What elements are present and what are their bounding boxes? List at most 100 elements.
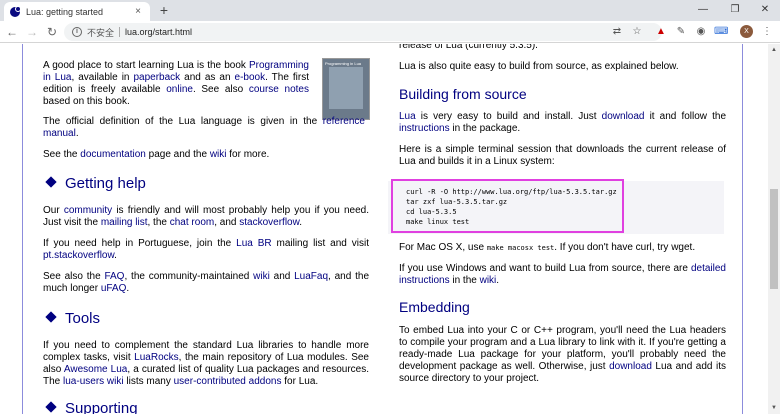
tab-title: Lua: getting started: [26, 6, 104, 17]
lua-br-link[interactable]: Lua BR: [236, 238, 271, 249]
minimize-button[interactable]: —: [688, 0, 718, 21]
course-notes-link[interactable]: course notes: [249, 84, 309, 95]
text: is very easy to build and install. Just: [415, 111, 602, 122]
translate-extension-icon[interactable]: ⌨: [714, 25, 728, 39]
download-link[interactable]: download: [602, 111, 645, 122]
help-paragraphs: Our community is friendly and will most …: [43, 205, 369, 304]
back-button[interactable]: ←: [4, 24, 20, 40]
user-addons-link[interactable]: user-contributed addons: [174, 376, 282, 387]
text: in the package.: [449, 123, 521, 134]
scroll-up-arrow-icon[interactable]: ▲: [768, 44, 780, 56]
text: , the community-maintained: [124, 271, 254, 282]
mailing-list-link[interactable]: mailing list: [101, 217, 148, 228]
text: mailing list and visit: [271, 238, 369, 249]
lua-link[interactable]: Lua: [399, 111, 416, 122]
intro-paragraph-1: A good place to start learning Lua is th…: [43, 60, 309, 117]
reload-button[interactable]: ↻: [44, 24, 60, 40]
tools-section: Tools: [43, 310, 369, 328]
build-notes: For Mac OS X, use make macosx test. If y…: [399, 242, 726, 296]
tools-paragraph: If you need to complement the standard L…: [43, 340, 369, 388]
text: .: [496, 275, 500, 286]
getting-help-section: Getting help: [43, 175, 369, 193]
browser-tab[interactable]: Lua: getting started ×: [4, 2, 150, 21]
supporting-heading: Supporting: [43, 400, 369, 414]
text: If you use Windows and want to build Lua…: [399, 263, 691, 274]
text: based on this book.: [43, 96, 130, 107]
awesome-lua-link[interactable]: Awesome Lua: [64, 364, 127, 375]
text: If you need help in Portuguese, join the: [43, 238, 237, 249]
profile-avatar[interactable]: X: [740, 25, 753, 38]
text: lists many: [123, 376, 174, 387]
luarocks-link[interactable]: LuaRocks: [134, 352, 178, 363]
info-icon[interactable]: i: [72, 27, 82, 37]
ufaq-link[interactable]: uFAQ: [101, 283, 127, 294]
text: .: [126, 283, 130, 294]
pt-stackoverflow-link[interactable]: pt.stackoverflow: [43, 250, 114, 261]
text: For Mac OS X, use: [399, 242, 487, 253]
text: and: [269, 271, 295, 282]
tab-strip: Lua: getting started × + — ❐ ✕: [0, 0, 780, 21]
faq-link[interactable]: FAQ: [104, 271, 124, 282]
page-scrollbar[interactable]: ▲ ▼: [768, 44, 780, 414]
text: and as an: [180, 72, 235, 83]
community-link[interactable]: community: [64, 205, 112, 216]
extension-icon[interactable]: ✎: [674, 25, 688, 39]
online-link[interactable]: online: [166, 84, 193, 95]
security-label: 不安全: [87, 27, 115, 38]
right-column-top: release of Lua (currently 5.3.5). Lua is…: [399, 44, 726, 82]
translate-icon[interactable]: ⇄: [610, 25, 624, 39]
macosx-paragraph: For Mac OS X, use make macosx test. If y…: [399, 242, 726, 254]
luafaq-link[interactable]: LuaFaq: [294, 271, 328, 282]
text: The official definition of the Lua langu…: [43, 116, 323, 127]
forward-button[interactable]: →: [24, 24, 40, 40]
heading-text: Supporting: [65, 400, 138, 414]
embed-download-link[interactable]: download: [609, 361, 652, 372]
chat-room-link[interactable]: chat room: [170, 217, 214, 228]
text: A good place to start learning Lua is th…: [43, 60, 249, 71]
text: , the: [147, 217, 170, 228]
build-easy-paragraph: Lua is also quite easy to build from sou…: [399, 61, 679, 72]
embedding-paragraph-wrap: To embed Lua into your C or C++ program,…: [399, 325, 726, 394]
text: for Lua.: [281, 376, 319, 387]
ebook-link[interactable]: e-book: [235, 72, 266, 83]
tab-close-icon[interactable]: ×: [132, 6, 144, 17]
wiki-link[interactable]: wiki: [210, 149, 227, 160]
portuguese-paragraph: If you need help in Portuguese, join the…: [43, 238, 369, 262]
diamond-bullet-icon: [45, 311, 57, 323]
install-paragraph: Lua is very easy to build and install. J…: [399, 111, 726, 135]
bookmark-star-icon[interactable]: ☆: [630, 25, 644, 39]
maximize-button[interactable]: ❐: [720, 0, 750, 21]
url-text[interactable]: lua.org/start.html: [125, 27, 192, 37]
left-column: The official definition of the Lua langu…: [43, 116, 365, 170]
scroll-thumb[interactable]: [770, 189, 778, 289]
embedding-paragraph: To embed Lua into your C or C++ program,…: [399, 325, 726, 385]
extension-icon-2[interactable]: ◉: [694, 25, 708, 39]
book-cover-image[interactable]: Programming in Lua: [322, 58, 370, 120]
instructions-link[interactable]: instructions: [399, 123, 450, 134]
address-bar[interactable]: i 不安全 lua.org/start.html: [64, 23, 662, 41]
release-paragraph: release of Lua (currently 5.3.5).: [399, 44, 538, 51]
building-from-source-heading: Building from source: [399, 86, 527, 102]
highlight-box: [391, 179, 624, 233]
stackoverflow-link[interactable]: stackoverflow: [239, 217, 299, 228]
embedding-section: Embedding: [399, 298, 726, 316]
book-paragraph: A good place to start learning Lua is th…: [43, 60, 309, 108]
windows-wiki-link[interactable]: wiki: [480, 275, 497, 286]
text: . If you don't have curl, try wget.: [554, 242, 696, 253]
community-wiki-link[interactable]: wiki: [253, 271, 270, 282]
text: See also the: [43, 271, 105, 282]
documentation-link[interactable]: documentation: [80, 149, 146, 160]
pdf-extension-icon[interactable]: ▲: [654, 25, 668, 39]
omnibox-separator: [119, 27, 121, 37]
new-tab-button[interactable]: +: [156, 2, 172, 18]
close-window-button[interactable]: ✕: [750, 0, 780, 21]
text: . See also: [192, 84, 249, 95]
menu-kebab-icon[interactable]: ⋮: [760, 25, 774, 39]
lua-users-wiki-link[interactable]: lua-users wiki: [63, 376, 124, 387]
text: , available in: [71, 72, 134, 83]
scroll-down-arrow-icon[interactable]: ▼: [768, 402, 780, 414]
browser-toolbar: ← → ↻ i 不安全 lua.org/start.html ⇄ ☆ ▲ ✎ ◉…: [0, 21, 780, 43]
paperback-link[interactable]: paperback: [133, 72, 180, 83]
diamond-bullet-icon: [45, 401, 57, 413]
lua-favicon-icon: [10, 5, 21, 17]
